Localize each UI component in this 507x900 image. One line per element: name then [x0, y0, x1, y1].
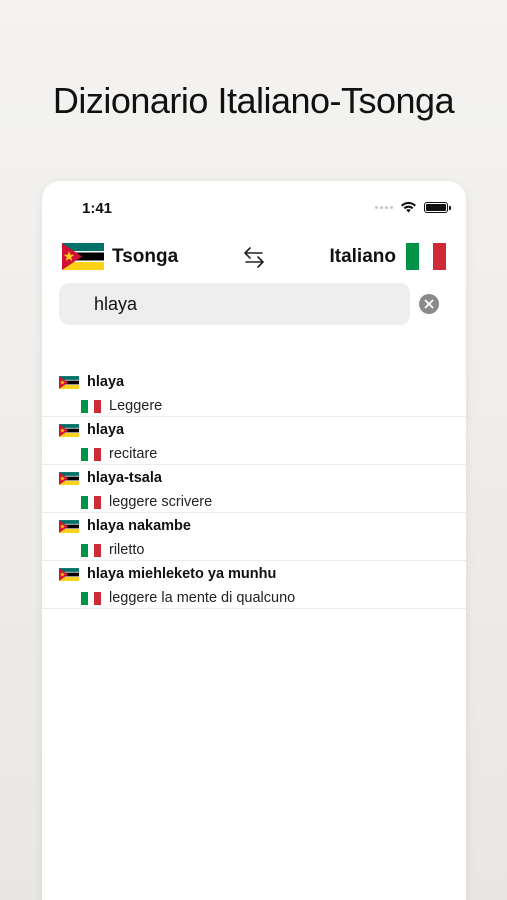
search-row [59, 283, 449, 325]
result-source-text: hlaya [87, 374, 125, 390]
result-translation-text: Leggere [109, 398, 163, 414]
result-source-text: hlaya [87, 422, 125, 438]
status-bar: 1:41 [42, 181, 466, 231]
result-source-text: hlaya miehleketo ya munhu [87, 566, 277, 582]
result-translation-text: riletto [109, 542, 145, 558]
result-source-text: hlaya-tsala [87, 470, 162, 486]
clear-search-icon[interactable] [419, 294, 439, 314]
italy-flag-icon [81, 399, 102, 413]
headline: Dizionario Italiano-Tsonga [52, 80, 455, 121]
italy-flag-icon [81, 495, 102, 509]
status-time: 1:41 [82, 200, 113, 217]
result-row[interactable]: hlaya Leggere [42, 369, 466, 417]
result-source-text: hlaya nakambe [87, 518, 191, 534]
mozambique-flag-icon [59, 375, 79, 389]
italy-flag-icon [406, 243, 446, 270]
italy-flag-icon [81, 447, 102, 461]
result-row[interactable]: hlaya-tsala leggere scrivere [42, 465, 466, 513]
target-language-label: Italiano [329, 245, 396, 267]
battery-icon [424, 201, 451, 213]
wifi-icon [401, 201, 416, 213]
signal-icon [375, 205, 393, 209]
language-bar: Tsonga Italiano [42, 239, 466, 279]
search-field[interactable] [59, 283, 410, 325]
phone-screen: 1:41 Tsonga Italiano hlaya hlaya Leggere… [42, 181, 466, 900]
mozambique-flag-icon [59, 471, 79, 485]
search-input[interactable] [94, 283, 394, 325]
status-icons [375, 201, 451, 213]
target-language-button[interactable]: Italiano [329, 243, 446, 270]
mozambique-flag-icon [59, 519, 79, 533]
mozambique-flag-icon [59, 423, 79, 437]
mozambique-flag-icon [59, 567, 79, 581]
mozambique-flag-icon [62, 243, 104, 270]
results-list: hlaya Leggere hlaya recitare hlaya-tsala [42, 369, 466, 609]
result-row[interactable]: hlaya nakambe riletto [42, 513, 466, 561]
result-translation-text: recitare [109, 446, 158, 462]
result-translation-text: leggere la mente di qualcuno [109, 590, 296, 606]
italy-flag-icon [81, 543, 102, 557]
italy-flag-icon [81, 591, 102, 605]
result-row[interactable]: hlaya miehleketo ya munhu leggere la men… [42, 561, 466, 609]
result-translation-text: leggere scrivere [109, 494, 213, 510]
result-row[interactable]: hlaya recitare [42, 417, 466, 465]
swap-languages-icon[interactable] [242, 245, 266, 269]
source-language-button[interactable]: Tsonga [62, 243, 178, 270]
source-language-label: Tsonga [112, 245, 179, 267]
